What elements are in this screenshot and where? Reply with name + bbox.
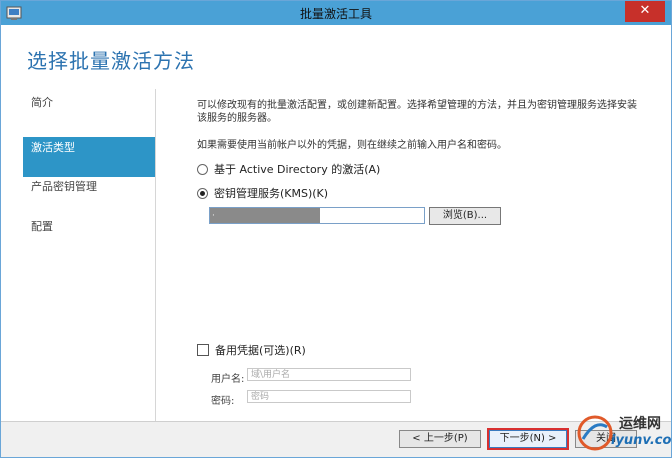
redacted-server-name: · — [210, 208, 320, 223]
site-watermark: 运维网 iyunv.com — [575, 409, 671, 455]
volume-activation-window: 批量激活工具 ✕ 选择批量激活方法 简介 激活类型 产品密钥管理 配置 可以修改… — [0, 0, 672, 458]
kms-server-value: · — [212, 211, 215, 221]
page-title-text: 选择批量激活方法 — [27, 49, 195, 73]
window-title: 批量激活工具 — [299, 7, 372, 21]
watermark-logo-icon — [577, 415, 613, 451]
page-title: 选择批量激活方法 — [27, 45, 195, 74]
radio-option-ad[interactable]: 基于 Active Directory 的激活(A) — [197, 161, 380, 177]
wizard-footer: < 上一步(P) 下一步(N) > 关闭 — [1, 421, 671, 457]
alt-credentials-row[interactable]: 备用凭据(可选)(R) — [197, 342, 306, 358]
nav-item-label: 简介 — [31, 96, 53, 109]
username-input[interactable]: 域\用户名 — [247, 368, 411, 381]
nav-item-label: 激活类型 — [31, 141, 75, 154]
nav-item-intro[interactable]: 简介 — [23, 95, 155, 135]
watermark-line2: iyunv.com — [611, 433, 672, 448]
title-bar[interactable]: 批量激活工具 ✕ — [1, 1, 671, 25]
radio-kms[interactable] — [197, 187, 208, 199]
alt-credentials-label: 备用凭据(可选)(R) — [215, 344, 306, 357]
alt-credentials-checkbox[interactable] — [197, 344, 209, 356]
username-label: 用户名: — [211, 374, 245, 385]
browse-button[interactable]: 浏览(B)... — [429, 207, 501, 225]
previous-button[interactable]: < 上一步(P) — [399, 430, 481, 448]
description-text: 可以修改现有的批量激活配置，或创建新配置。选择希望管理的方法，并且为密钥管理服务… — [197, 100, 637, 124]
nav-item-activation-type[interactable]: 激活类型 — [23, 137, 155, 177]
kms-server-input[interactable]: · — [209, 207, 425, 224]
nav-item-label: 配置 — [31, 220, 53, 233]
radio-option-kms[interactable]: 密钥管理服务(KMS)(K) — [197, 185, 328, 201]
nav-item-configuration[interactable]: 配置 — [23, 219, 155, 259]
next-button[interactable]: 下一步(N) > — [487, 428, 569, 450]
password-input[interactable]: 密码 — [247, 390, 411, 403]
nav-item-label: 产品密钥管理 — [31, 180, 97, 193]
radio-ad-label: 基于 Active Directory 的激活(A) — [214, 163, 381, 176]
wizard-nav: 简介 激活类型 产品密钥管理 配置 — [23, 89, 156, 421]
radio-ad[interactable] — [197, 163, 208, 175]
watermark-line1: 运维网 — [619, 416, 661, 432]
nav-item-product-key-management[interactable]: 产品密钥管理 — [23, 179, 155, 219]
password-label: 密码: — [211, 396, 235, 407]
credentials-hint-text: 如果需要使用当前帐户以外的凭据，则在继续之前输入用户名和密码。 — [197, 140, 507, 151]
radio-kms-label: 密钥管理服务(KMS)(K) — [214, 187, 329, 200]
close-window-button[interactable]: ✕ — [625, 1, 665, 22]
